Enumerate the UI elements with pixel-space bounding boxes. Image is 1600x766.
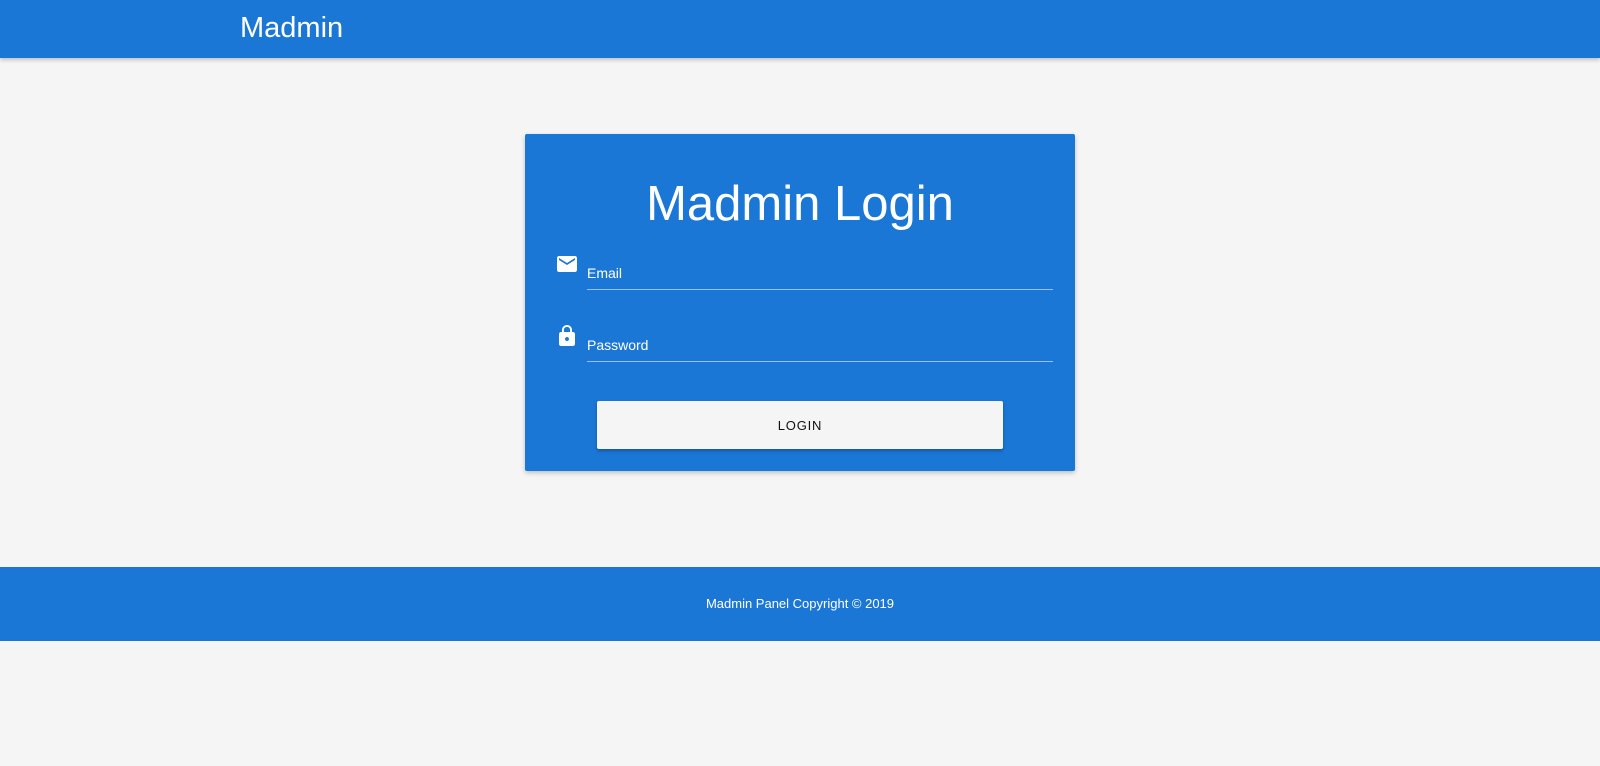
password-field-group xyxy=(555,324,1055,364)
password-input[interactable] xyxy=(587,328,1053,362)
login-title: Madmin Login xyxy=(646,177,954,231)
top-navbar: Madmin xyxy=(0,0,1600,58)
login-title-wrapper: Madmin Login xyxy=(525,174,1075,234)
login-button[interactable]: LOGIN xyxy=(597,401,1003,449)
lock-icon xyxy=(555,324,579,348)
login-card: Madmin Login LOGIN xyxy=(525,134,1075,471)
email-input[interactable] xyxy=(587,256,1053,290)
brand-logo-link[interactable]: Madmin xyxy=(240,11,343,45)
page-footer: Madmin Panel Copyright © 2019 xyxy=(0,567,1600,641)
email-field-group xyxy=(555,252,1055,292)
footer-copyright-text: Madmin Panel Copyright © 2019 xyxy=(705,596,895,611)
email-icon xyxy=(555,252,579,276)
